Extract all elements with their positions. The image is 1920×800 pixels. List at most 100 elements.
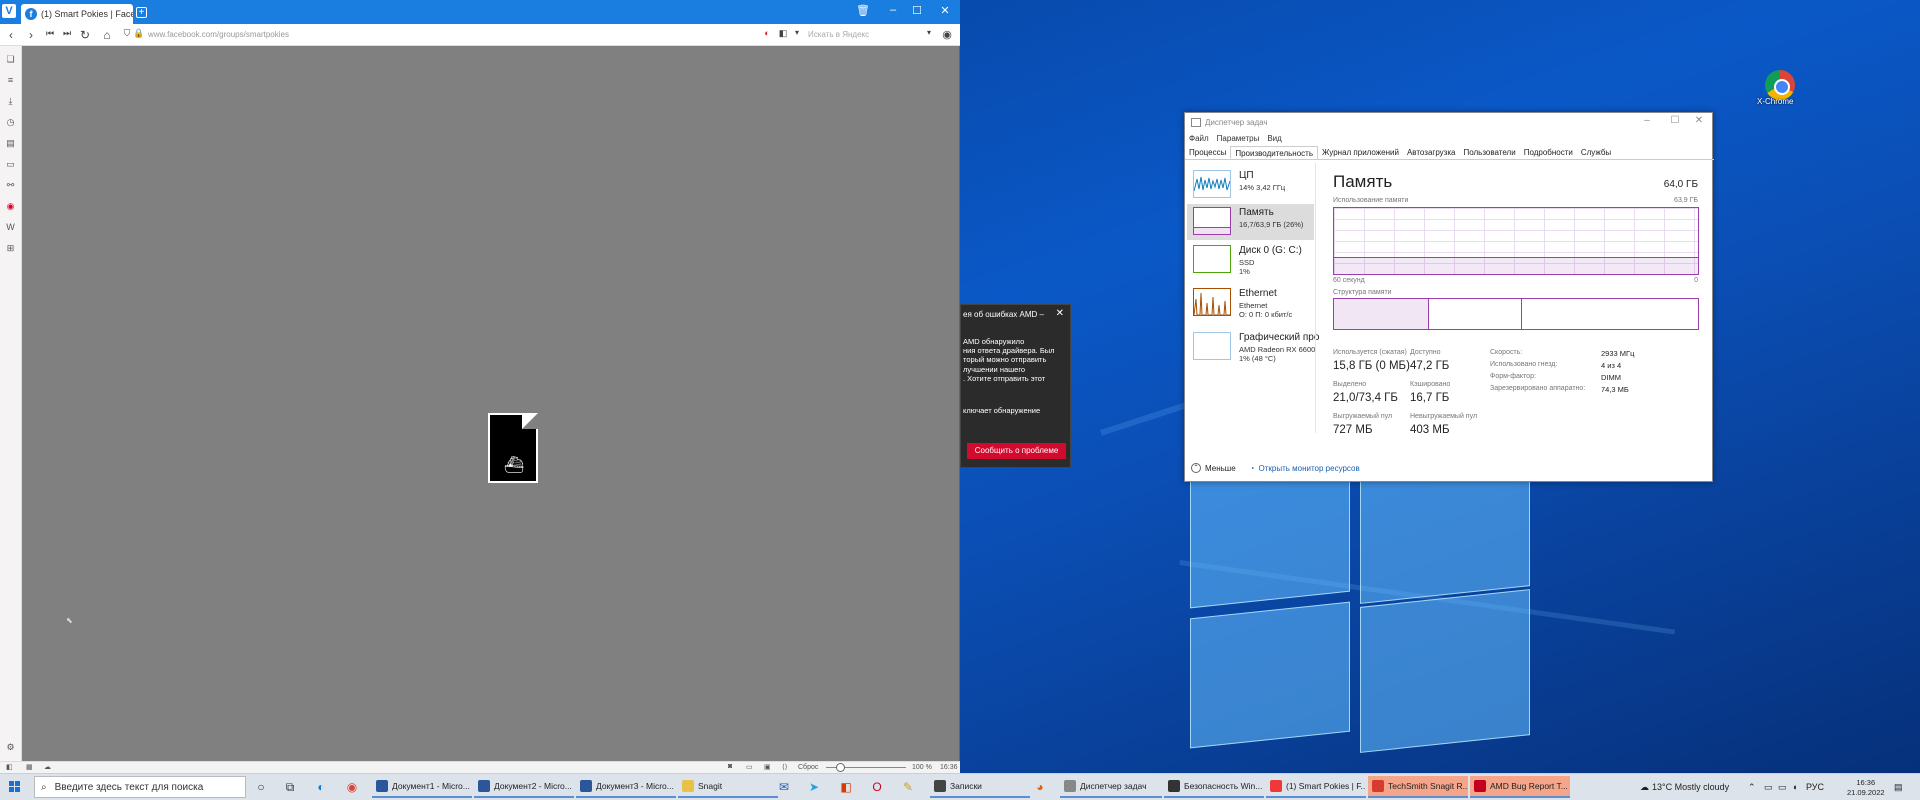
weather-icon[interactable]: ☁ — [1640, 782, 1649, 793]
mouse-cursor-icon: ⬉ — [66, 616, 73, 625]
perf-item-memory[interactable]: Память 16,7/63,9 ГБ (26%) — [1187, 204, 1314, 240]
tab-details[interactable]: Подробности — [1520, 146, 1577, 159]
chevron-down-icon[interactable]: ▾ — [790, 28, 804, 37]
profile-avatar-icon[interactable]: ◉ — [940, 28, 954, 41]
taskbar-app-notes[interactable]: Записки — [930, 776, 1030, 798]
notification-icon[interactable]: ▤ — [1894, 782, 1903, 793]
browser-tab[interactable]: f (1) Smart Pokies | Facebook — [21, 4, 133, 24]
page-actions-icon[interactable]: ⟨⟩ — [782, 763, 787, 771]
history-icon[interactable]: ◷ — [5, 117, 16, 128]
tab-performance[interactable]: Производительность — [1230, 146, 1318, 159]
vivaldi-logo-icon[interactable]: V — [2, 4, 16, 18]
settings-gear-icon[interactable]: ⚙ — [5, 742, 16, 753]
fewer-details-link[interactable]: Меньше — [1205, 464, 1236, 473]
search-field[interactable]: Искать в Яндекс — [808, 30, 869, 39]
url-field[interactable]: www.facebook.com/groups/smartpokies — [148, 30, 289, 39]
zoom-slider-handle[interactable] — [836, 763, 845, 772]
weather-text[interactable]: 13°C Mostly cloudy — [1652, 782, 1729, 792]
menu-file[interactable]: Файл — [1189, 134, 1209, 143]
new-tab-icon[interactable]: + — [136, 7, 147, 18]
taskbar-search-box[interactable]: ⌕ Введите здесь текст для поиска — [34, 776, 246, 798]
bookmark-icon[interactable]: ◧ — [776, 28, 790, 39]
menu-options[interactable]: Параметры — [1217, 134, 1260, 143]
perf-item-disk[interactable]: Диск 0 (G: C:) SSD 1% — [1187, 242, 1314, 278]
taskbar-app-amd-bug-report[interactable]: AMD Bug Report T... — [1470, 776, 1570, 798]
taskbar-app-task-manager[interactable]: Диспетчер задач — [1060, 776, 1162, 798]
tab-startup[interactable]: Автозагрузка — [1403, 146, 1460, 159]
open-resource-monitor-link[interactable]: Открыть монитор ресурсов — [1259, 464, 1360, 473]
search-engine-dropdown-icon[interactable]: ▾ — [922, 28, 936, 37]
reset-zoom-label[interactable]: Сброс — [798, 764, 818, 771]
volume-icon[interactable]: ◖ — [1792, 782, 1797, 792]
network-icon[interactable]: ▭ — [1778, 782, 1787, 793]
memory-heading: Память — [1333, 172, 1393, 191]
minimize-button[interactable]: – — [886, 4, 900, 16]
notes-app-icon[interactable]: ✎ — [900, 779, 916, 795]
vivaldi-icon[interactable]: ◉ — [5, 201, 16, 212]
taskbar-app-word-3[interactable]: Документ3 - Micro... — [576, 776, 676, 798]
menu-view[interactable]: Вид — [1267, 134, 1281, 143]
reading-list-icon[interactable]: ≡ — [5, 75, 16, 86]
taskbar-app-word-1[interactable]: Документ1 - Micro... — [372, 776, 472, 798]
bookmarks-panel-icon[interactable]: ❏ — [5, 54, 16, 65]
language-indicator[interactable]: РУС — [1806, 782, 1824, 792]
tab-users[interactable]: Пользователи — [1459, 146, 1519, 159]
chrome-icon[interactable]: ◉ — [344, 779, 360, 795]
perf-item-ethernet[interactable]: Ethernet Ethernet О: 0 П: 0 кбит/с — [1187, 285, 1314, 321]
tray-app-icon[interactable]: ▭ — [1764, 782, 1773, 793]
images-icon[interactable]: ▣ — [764, 763, 771, 771]
tab-app-history[interactable]: Журнал приложений — [1318, 146, 1403, 159]
tab-processes[interactable]: Процессы — [1185, 146, 1230, 159]
back-icon[interactable]: ‹ — [4, 28, 18, 42]
composition-in-use — [1334, 299, 1429, 329]
telegram-icon[interactable]: ➤ — [806, 779, 822, 795]
cortana-icon[interactable]: ○ — [253, 779, 269, 795]
page-tiling-icon[interactable]: ▭ — [746, 763, 753, 771]
taskbar-app-snagit-report[interactable]: TechSmith Snagit R... — [1368, 776, 1468, 798]
notes-icon[interactable]: ▤ — [5, 138, 16, 149]
task-view-icon[interactable]: ⧉ — [282, 779, 298, 795]
panel-toggle-icon[interactable]: ◧ — [6, 763, 13, 771]
opera-icon[interactable]: O — [869, 779, 885, 795]
downloads-icon[interactable]: ⤓ — [5, 96, 16, 107]
window-title: Диспетчер задач — [1205, 118, 1268, 127]
forward-icon[interactable]: › — [24, 28, 38, 42]
rewind-icon[interactable]: ⏮ — [43, 28, 57, 39]
chrome-desktop-icon[interactable] — [1765, 70, 1795, 100]
cloud-icon[interactable]: ☁ — [44, 763, 51, 771]
close-icon[interactable]: ✕ — [1056, 308, 1064, 319]
perf-item-cpu[interactable]: ЦП 14% 3,42 ГГц — [1187, 167, 1314, 203]
firefox-icon[interactable]: ◕ — [1032, 779, 1048, 795]
taskbar-app-windows-security[interactable]: Безопасность Win... — [1164, 776, 1264, 798]
tab-services[interactable]: Службы — [1577, 146, 1615, 159]
maximize-button[interactable]: ☐ — [910, 4, 924, 17]
edge-icon[interactable]: ◐ — [313, 779, 329, 795]
chevron-up-icon[interactable]: ⌃ — [1191, 463, 1201, 473]
wikipedia-icon[interactable]: W — [5, 222, 16, 233]
window-panel-icon[interactable]: ▭ — [5, 159, 16, 170]
reload-icon[interactable]: ↻ — [78, 28, 92, 42]
taskbar-app-word-2[interactable]: Документ2 - Micro... — [474, 776, 574, 798]
translate-icon[interactable]: ⚯ — [5, 180, 16, 191]
camera-icon[interactable]: ◙ — [728, 763, 732, 770]
tray-chevron-up-icon[interactable]: ⌃ — [1748, 782, 1756, 793]
tiling-icon[interactable]: ▦ — [26, 763, 33, 771]
mail-icon[interactable]: ✉ — [776, 779, 792, 795]
start-windows-icon[interactable] — [9, 781, 21, 793]
report-problem-button[interactable]: Сообщить о проблеме — [967, 443, 1066, 459]
minimize-button[interactable]: – — [1638, 115, 1656, 126]
add-panel-icon[interactable]: ⊞ — [5, 243, 16, 254]
extension-icon[interactable]: ◐ — [760, 28, 774, 38]
office-icon[interactable]: ◧ — [838, 779, 854, 795]
perf-item-gpu[interactable]: Графический про AMD Radeon RX 6600 1% (4… — [1187, 329, 1319, 365]
taskbar-clock[interactable]: 16:36 21.09.2022 — [1847, 778, 1885, 798]
maximize-button[interactable]: ☐ — [1666, 115, 1684, 126]
close-button[interactable]: ✕ — [1690, 115, 1708, 126]
ethernet-thumbnail — [1193, 288, 1231, 316]
close-button[interactable]: ✕ — [938, 4, 952, 17]
fast-forward-icon[interactable]: ⏭ — [60, 28, 74, 39]
taskbar-app-snagit[interactable]: Snagit — [678, 776, 778, 798]
home-icon[interactable]: ⌂ — [100, 28, 114, 42]
trash-icon[interactable]: 🗑 — [856, 4, 870, 17]
taskbar-app-vivaldi[interactable]: (1) Smart Pokies | F... — [1266, 776, 1366, 798]
